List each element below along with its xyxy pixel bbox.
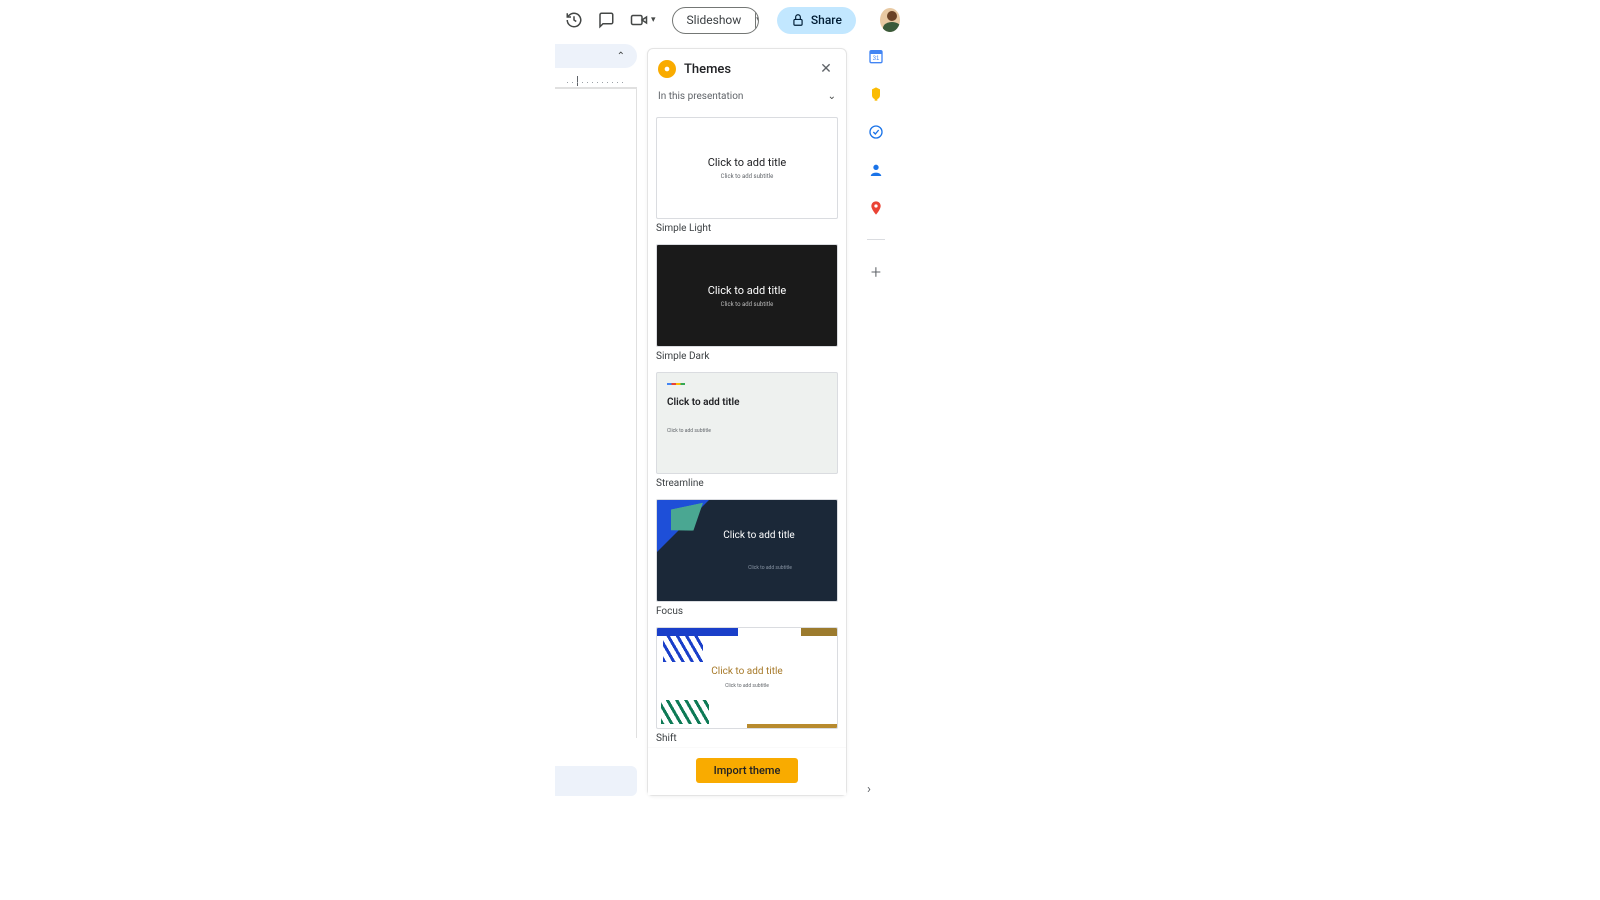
slideshow-dropdown[interactable]: ▾ (756, 8, 759, 33)
placeholder-subtitle: Click to add subtitle (748, 565, 792, 571)
theme-streamline[interactable]: Click to add title Click to add subtitle… (656, 372, 838, 489)
placeholder-subtitle: Click to add subtitle (667, 428, 711, 434)
side-divider (867, 239, 885, 240)
contacts-icon[interactable] (867, 161, 885, 179)
theme-shift[interactable]: Click to add title Click to add subtitle… (656, 627, 838, 744)
svg-text:31: 31 (873, 56, 880, 62)
share-label: Share (811, 13, 842, 27)
placeholder-title: Click to add title (667, 397, 740, 408)
placeholder-subtitle: Click to add subtitle (721, 173, 774, 180)
side-panel-collapse[interactable]: › (867, 782, 883, 798)
theme-thumbnail: Click to add title Click to add subtitle (656, 499, 838, 601)
chevron-down-icon: ▾ (651, 15, 656, 25)
theme-thumbnail: Click to add title Click to add subtitle (656, 117, 838, 219)
placeholder-subtitle: Click to add subtitle (725, 683, 769, 689)
add-addon-button[interactable]: + (871, 262, 881, 283)
theme-label: Simple Light (656, 223, 838, 234)
import-theme-footer: Import theme (648, 747, 846, 795)
themes-panel: Themes ✕ In this presentation ⌄ Click to… (647, 48, 847, 796)
theme-thumbnail: Click to add title Click to add subtitle (656, 372, 838, 474)
palette-icon (658, 60, 676, 78)
maps-icon[interactable] (867, 199, 885, 217)
calendar-icon[interactable]: 31 (867, 47, 885, 65)
theme-focus[interactable]: Click to add title Click to add subtitle… (656, 499, 838, 616)
themes-panel-title: Themes (684, 62, 808, 77)
filmstrip-footer (555, 766, 637, 796)
chevron-down-icon: ⌄ (828, 91, 836, 102)
toolbar-collapse[interactable]: ⌃ (555, 44, 637, 68)
history-icon[interactable] (565, 10, 583, 30)
placeholder-title: Click to add title (708, 284, 787, 297)
theme-thumbnail: Click to add title Click to add subtitle (656, 627, 838, 729)
theme-simple-light[interactable]: Click to add title Click to add subtitle… (656, 117, 838, 234)
close-icon[interactable]: ✕ (816, 59, 836, 79)
keep-icon[interactable] (867, 85, 885, 103)
tasks-icon[interactable] (867, 123, 885, 141)
lock-icon (791, 13, 805, 27)
top-toolbar: ▾ Slideshow ▾ Share (555, 6, 900, 34)
slide-canvas-edge (555, 88, 637, 738)
placeholder-title: Click to add title (723, 530, 794, 541)
placeholder-subtitle: Click to add subtitle (721, 301, 774, 308)
present-camera-button[interactable]: ▾ (629, 10, 656, 30)
theme-thumbnail: Click to add title Click to add subtitle (656, 244, 838, 346)
side-panel-icons: 31 (859, 47, 893, 283)
presentation-selector[interactable]: In this presentation ⌄ (648, 87, 846, 109)
theme-label: Simple Dark (656, 351, 838, 362)
themes-panel-header: Themes ✕ (648, 49, 846, 87)
theme-label: Focus (656, 606, 838, 617)
themes-list[interactable]: Click to add title Click to add subtitle… (648, 109, 846, 747)
placeholder-title: Click to add title (711, 666, 782, 677)
import-theme-button[interactable]: Import theme (696, 758, 799, 783)
user-avatar[interactable] (880, 8, 900, 32)
theme-label: Streamline (656, 478, 838, 489)
comment-icon[interactable] (597, 10, 615, 30)
slideshow-button[interactable]: Slideshow (673, 8, 757, 33)
theme-simple-dark[interactable]: Click to add title Click to add subtitle… (656, 244, 838, 361)
camera-icon (629, 10, 649, 30)
horizontal-ruler (555, 72, 637, 88)
chevron-up-icon: ⌃ (617, 51, 625, 62)
theme-label: Shift (656, 733, 838, 744)
presentation-selector-label: In this presentation (658, 91, 743, 102)
slideshow-button-group: Slideshow ▾ (672, 7, 759, 34)
placeholder-title: Click to add title (708, 156, 787, 169)
share-button[interactable]: Share (777, 7, 856, 34)
